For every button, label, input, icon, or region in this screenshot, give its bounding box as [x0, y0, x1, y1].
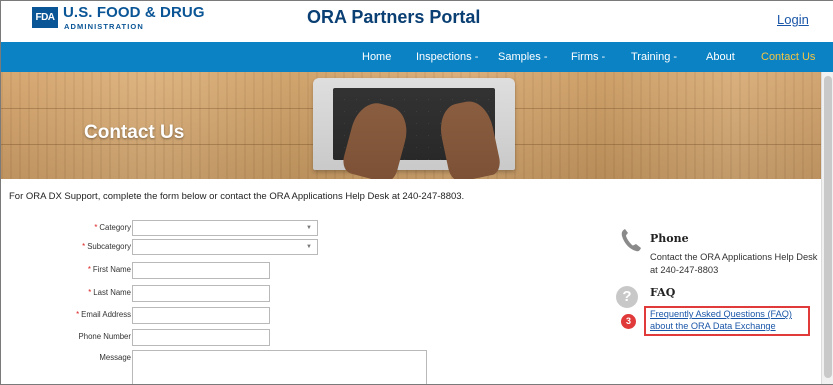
nav-contact-us[interactable]: Contact Us: [761, 51, 815, 63]
required-mark: *: [82, 242, 86, 251]
nav-firms[interactable]: Firms -: [571, 51, 605, 63]
last-name-label-text: Last Name: [93, 288, 131, 297]
category-label: * Category: [94, 223, 131, 232]
required-mark: *: [94, 223, 98, 232]
category-select[interactable]: ▼: [132, 220, 318, 236]
phone-heading: Phone: [650, 232, 689, 245]
phone-text-line1: Contact the ORA Applications Help Desk: [650, 252, 818, 262]
chevron-down-icon: ▼: [306, 244, 312, 250]
category-row: * Category ▼: [1, 220, 833, 238]
hero-banner: Contact Us: [1, 72, 833, 179]
logo-title[interactable]: U.S. FOOD & DRUG: [63, 4, 205, 21]
message-label: Message: [99, 353, 131, 362]
portal-title: ORA Partners Portal: [307, 7, 481, 27]
required-mark: *: [87, 265, 91, 274]
faq-link-line1[interactable]: Frequently Asked Questions (FAQ): [650, 308, 792, 320]
nav-home[interactable]: Home: [362, 51, 391, 63]
subcategory-select[interactable]: ▼: [132, 239, 318, 255]
main-nav: Home Inspections - Samples - Firms - Tra…: [1, 42, 833, 72]
last-name-input[interactable]: [132, 285, 270, 302]
login-link[interactable]: Login: [777, 12, 809, 27]
subcategory-label-text: Subcategory: [87, 242, 131, 251]
nav-training[interactable]: Training -: [631, 51, 677, 63]
fda-logo-icon[interactable]: FDA: [32, 7, 58, 28]
faq-link[interactable]: Frequently Asked Questions (FAQ) about t…: [650, 308, 792, 332]
phone-icon: [621, 229, 641, 252]
browser-viewport: FDA U.S. FOOD & DRUG ADMINISTRATION ORA …: [0, 0, 833, 385]
subcategory-label: * Subcategory: [82, 242, 131, 251]
required-mark: *: [76, 310, 80, 319]
faq-heading: FAQ: [650, 286, 676, 299]
required-mark: *: [88, 288, 92, 297]
nav-samples[interactable]: Samples -: [498, 51, 548, 63]
email-label-text: Email Address: [81, 310, 131, 319]
message-textarea[interactable]: [132, 350, 427, 384]
last-name-label: * Last Name: [88, 288, 131, 297]
question-icon: ?: [616, 286, 638, 308]
first-name-input[interactable]: [132, 262, 270, 279]
category-label-text: Category: [99, 223, 131, 232]
step-number-badge: 3: [621, 314, 636, 329]
scrollbar-thumb[interactable]: [824, 76, 832, 378]
phone-number-input[interactable]: [132, 329, 270, 346]
phone-text-line2: at 240-247-8803: [650, 265, 719, 275]
hero-title: Contact Us: [84, 122, 185, 143]
phone-number-label: Phone Number: [78, 332, 131, 341]
email-label: * Email Address: [76, 310, 131, 319]
logo-subtitle: ADMINISTRATION: [64, 22, 144, 31]
chevron-down-icon: ▼: [306, 225, 312, 231]
first-name-label: * First Name: [88, 265, 131, 274]
nav-inspections[interactable]: Inspections -: [416, 51, 478, 63]
page-scrollbar[interactable]: [821, 72, 833, 384]
first-name-label-text: First Name: [92, 265, 131, 274]
email-input[interactable]: [132, 307, 270, 324]
faq-link-line2[interactable]: about the ORA Data Exchange: [650, 320, 792, 332]
nav-about[interactable]: About: [706, 51, 735, 63]
last-name-row: * Last Name: [1, 285, 833, 303]
intro-text: For ORA DX Support, complete the form be…: [9, 191, 465, 202]
message-row: Message: [1, 350, 833, 384]
site-header: FDA U.S. FOOD & DRUG ADMINISTRATION ORA …: [1, 1, 833, 42]
